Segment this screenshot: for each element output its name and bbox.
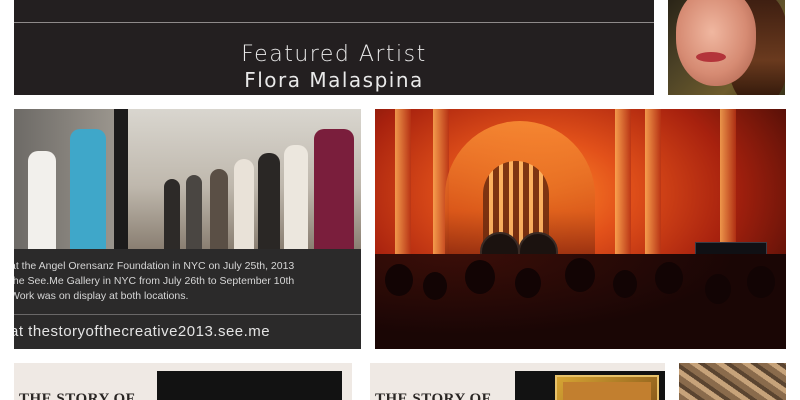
crowd-head — [705, 274, 731, 304]
visitor-figure — [70, 129, 106, 249]
story-tile-label: THE STORY OF — [375, 391, 492, 400]
crowd-head — [655, 262, 683, 294]
visitor-figure — [164, 179, 180, 249]
crowd-head — [565, 258, 595, 292]
gallery-exhibition-photo[interactable]: at the Angel Orensanz Foundation in NYC … — [14, 109, 361, 349]
caption-line: Work was on display at both locations. — [14, 290, 189, 302]
crowd-head — [385, 264, 413, 296]
artist-portrait-image[interactable] — [668, 0, 785, 95]
banner-title: Featured Artist — [241, 42, 427, 67]
visitor-figure — [210, 169, 228, 249]
crowd-head — [613, 270, 637, 298]
story-tile-label: THE STORY OF — [19, 391, 136, 400]
visitor-figure — [314, 129, 354, 249]
story-tile-1[interactable]: THE STORY OF — [14, 363, 352, 400]
photo-caption: at the Angel Orensanz Foundation in NYC … — [14, 259, 361, 304]
caption-divider — [14, 314, 361, 315]
caption-line: at the Angel Orensanz Foundation in NYC … — [14, 260, 295, 272]
photo-divider — [114, 109, 128, 249]
visitor-figure — [234, 159, 254, 249]
visitor-figure — [28, 151, 56, 249]
crowd-silhouette — [375, 254, 786, 349]
video-thumbnail — [157, 371, 342, 400]
website-link[interactable]: at thestoryofthecreative2013.see.me — [14, 323, 270, 340]
artwork-tile[interactable] — [679, 363, 786, 400]
banner-divider — [14, 22, 654, 23]
story-tile-2[interactable]: THE STORY OF — [370, 363, 665, 400]
crowd-head — [747, 266, 775, 298]
crowd-head — [465, 260, 495, 294]
featured-artist-banner: Featured Artist Flora Malaspina — [14, 0, 654, 95]
gallery-scene — [14, 109, 361, 249]
portrait-lips — [696, 52, 726, 62]
event-venue-photo[interactable] — [375, 109, 786, 349]
artist-name: Flora Malaspina — [244, 68, 424, 92]
visitor-figure — [284, 145, 308, 249]
crowd-head — [515, 268, 541, 298]
visitor-figure — [258, 153, 280, 249]
crowd-head — [423, 272, 447, 300]
portrait-face — [676, 0, 756, 86]
visitor-figure — [186, 175, 202, 249]
artwork-thumbnail — [555, 375, 659, 400]
caption-line: the See.Me Gallery in NYC from July 26th… — [14, 275, 295, 287]
